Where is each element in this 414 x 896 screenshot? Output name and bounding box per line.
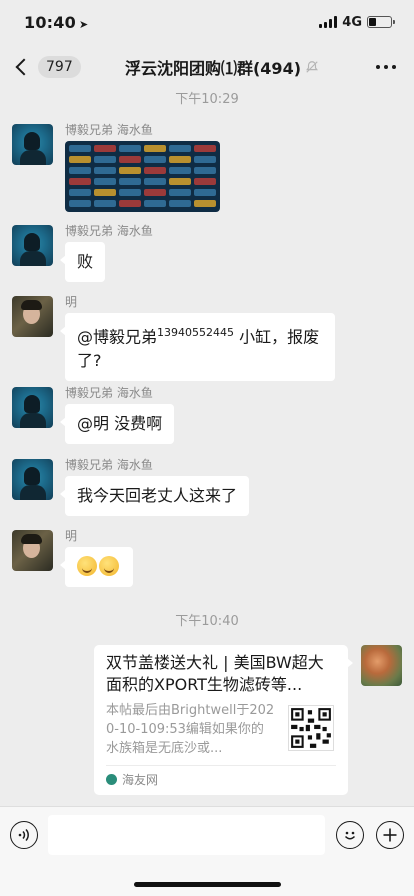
more-options-button[interactable] [376, 65, 396, 69]
chat-title-text: 浮云沈阳团购⑴群(494) [124, 59, 302, 78]
avatar[interactable] [12, 387, 53, 428]
back-button[interactable]: 797 [12, 56, 81, 78]
network-type: 4G [342, 14, 362, 30]
input-bar [0, 806, 414, 896]
timestamp: 下午10:29 [175, 92, 239, 107]
avatar[interactable] [12, 296, 53, 337]
self-avatar[interactable] [361, 645, 402, 686]
dot-icon [392, 65, 396, 69]
avatar[interactable] [12, 530, 53, 571]
laughing-emoji-icon [99, 556, 119, 576]
chat-title: 浮云沈阳团购⑴群(494) [100, 55, 344, 79]
avatar[interactable] [12, 225, 53, 266]
dot-icon [384, 65, 388, 69]
sender-name: 明 [65, 529, 78, 543]
link-card[interactable]: 双节盖楼送大礼 | 美国BW超大面积的XPORT生物滤砖等... 本帖最后由Br… [94, 645, 353, 795]
message-text-line: 小缸，报废 [234, 327, 320, 347]
location-arrow-icon: ➤ [78, 17, 89, 31]
sender-name: 博毅兄弟 海水鱼 [65, 123, 153, 137]
plus-icon [383, 828, 397, 842]
voice-input-button[interactable] [10, 821, 38, 849]
source-name: 海友网 [122, 773, 159, 787]
link-description: 本帖最后由Brightwell于2020-10-109:53编辑如果你的水族箱是… [106, 703, 275, 756]
sender-name: 博毅兄弟 海水鱼 [65, 386, 153, 400]
mute-bell-icon [306, 61, 318, 73]
message-bubble[interactable]: 我今天回老丈人这来了 [59, 476, 250, 516]
phone-number: 13940552445 [157, 326, 234, 339]
avatar[interactable] [12, 124, 53, 165]
divider [106, 765, 336, 766]
message-text-line: 了? [77, 351, 102, 371]
message-emoji: 明 [12, 529, 392, 590]
link-title: 双节盖楼送大礼 | 美国BW超大面积的XPORT生物滤砖等... [106, 653, 324, 694]
more-functions-button[interactable] [376, 821, 404, 849]
timestamp: 下午10:40 [175, 614, 239, 629]
battery-icon [367, 16, 395, 28]
chevron-left-icon [15, 58, 33, 76]
dot-icon [376, 65, 380, 69]
sender-name: 博毅兄弟 海水鱼 [65, 458, 153, 472]
message-bubble[interactable] [60, 547, 133, 587]
message-bubble[interactable]: 败 [59, 242, 106, 282]
message-bubble[interactable]: @博毅兄弟13940552445 小缸，报废 了? [60, 313, 335, 382]
laughing-emoji-icon [77, 556, 97, 576]
chat-header: 797 浮云沈阳团购⑴群(494) [0, 44, 414, 90]
source-logo-icon [106, 774, 117, 785]
message-input[interactable] [48, 815, 325, 855]
sender-name: 明 [65, 295, 78, 309]
message-text: 博毅兄弟 海水鱼 我今天回老丈人这来了 [12, 458, 392, 519]
link-source: 海友网 [106, 771, 158, 788]
status-indicators: 4G [319, 14, 395, 30]
status-time: 10:40 ➤ [24, 13, 88, 32]
status-time-text: 10:40 [24, 12, 76, 32]
cellular-signal-icon [319, 16, 338, 28]
message-text: 博毅兄弟 海水鱼 败 [12, 224, 392, 285]
unread-count-badge: 797 [38, 56, 81, 78]
voice-icon [18, 828, 29, 842]
mention: @博毅兄弟 [77, 327, 158, 347]
home-indicator[interactable] [134, 882, 281, 887]
message-image: 博毅兄弟 海水鱼 [12, 123, 392, 219]
smiley-icon [344, 831, 356, 840]
sender-name: 博毅兄弟 海水鱼 [65, 224, 153, 238]
message-text: 博毅兄弟 海水鱼 @明 没费啊 [12, 386, 392, 447]
message-text: 明 @博毅兄弟13940552445 小缸，报废 了? [12, 295, 392, 382]
message-bubble[interactable]: @明 没费啊 [59, 404, 175, 444]
image-thumbnail[interactable] [65, 141, 220, 212]
chat-messages[interactable]: 下午10:29 博毅兄弟 海水鱼 博毅兄弟 海水鱼 败 明 @博毅兄弟13940… [0, 90, 414, 806]
status-bar: 10:40 ➤ 4G [0, 0, 414, 44]
avatar[interactable] [12, 459, 53, 500]
emoji-button[interactable] [336, 821, 364, 849]
qr-code-icon [288, 705, 334, 751]
